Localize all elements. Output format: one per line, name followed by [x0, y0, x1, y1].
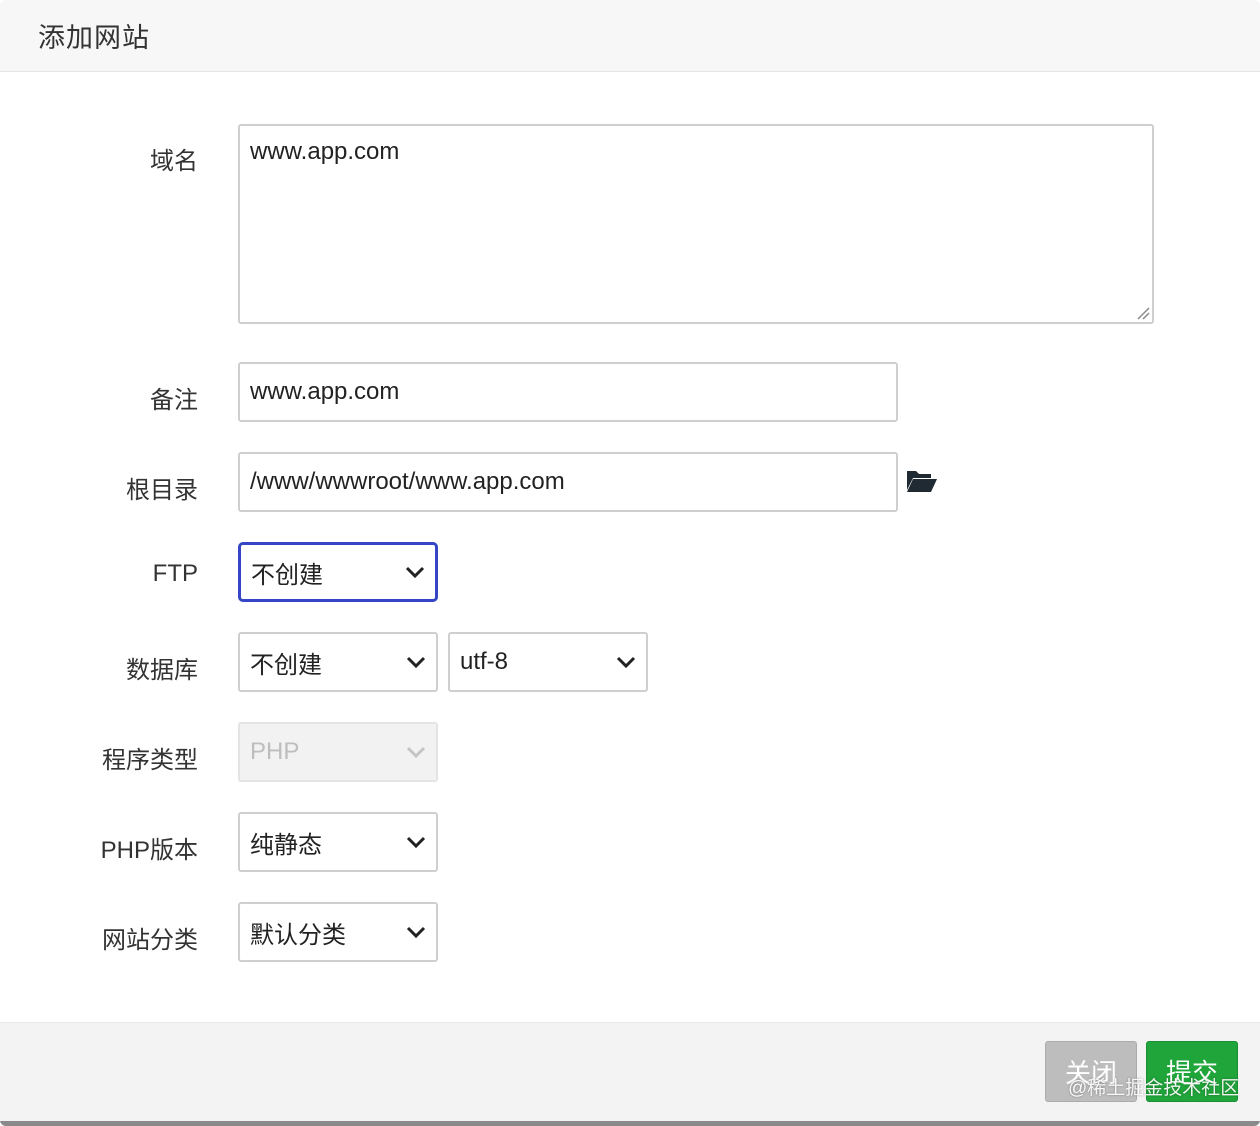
remark-label: 备注	[150, 387, 198, 414]
watermark-text: @稀土掘金技术社区	[1068, 1078, 1240, 1099]
database-selected: 不创建	[250, 651, 322, 679]
database-charset-select[interactable]: utf-8	[448, 632, 648, 692]
database-charset-selected: utf-8	[460, 648, 509, 675]
remark-input[interactable]: www.app.com	[238, 362, 898, 422]
php-version-selected: 纯静态	[250, 831, 322, 859]
program-type-label: 程序类型	[102, 747, 198, 774]
ftp-label: FTP	[152, 560, 198, 587]
program-type-select: PHP	[238, 722, 438, 782]
folder-open-icon[interactable]	[906, 468, 938, 494]
domain-value: www.app.com	[250, 138, 400, 165]
resize-grip-icon[interactable]	[1134, 304, 1150, 320]
bottom-divider	[0, 1121, 1260, 1126]
dialog-title: 添加网站	[38, 23, 150, 53]
chevron-down-icon	[406, 746, 426, 759]
program-type-selected: PHP	[250, 738, 300, 765]
database-select[interactable]: 不创建	[238, 632, 438, 692]
php-version-select[interactable]: 纯静态	[238, 812, 438, 872]
site-category-selected: 默认分类	[250, 921, 346, 949]
root-dir-value: /www/wwwroot/www.app.com	[250, 468, 565, 495]
domain-textarea[interactable]: www.app.com	[238, 124, 1154, 324]
root-dir-input[interactable]: /www/wwwroot/www.app.com	[238, 452, 898, 512]
dialog-title-bar: 添加网站	[0, 0, 1260, 72]
php-version-label: PHP版本	[100, 837, 198, 864]
root-dir-label: 根目录	[126, 477, 198, 504]
site-category-label: 网站分类	[102, 927, 198, 954]
remark-value: www.app.com	[250, 378, 400, 405]
ftp-selected: 不创建	[251, 561, 323, 589]
domain-label: 域名	[150, 148, 198, 175]
site-category-select[interactable]: 默认分类	[238, 902, 438, 962]
ftp-select[interactable]: 不创建	[238, 542, 438, 602]
chevron-down-icon	[405, 566, 425, 579]
chevron-down-icon	[616, 656, 636, 669]
database-label: 数据库	[126, 657, 198, 684]
chevron-down-icon	[406, 836, 426, 849]
add-site-dialog: 添加网站 域名 www.app.com 备注 www.app.com 根目录 /…	[0, 0, 1260, 1126]
chevron-down-icon	[406, 656, 426, 669]
chevron-down-icon	[406, 926, 426, 939]
